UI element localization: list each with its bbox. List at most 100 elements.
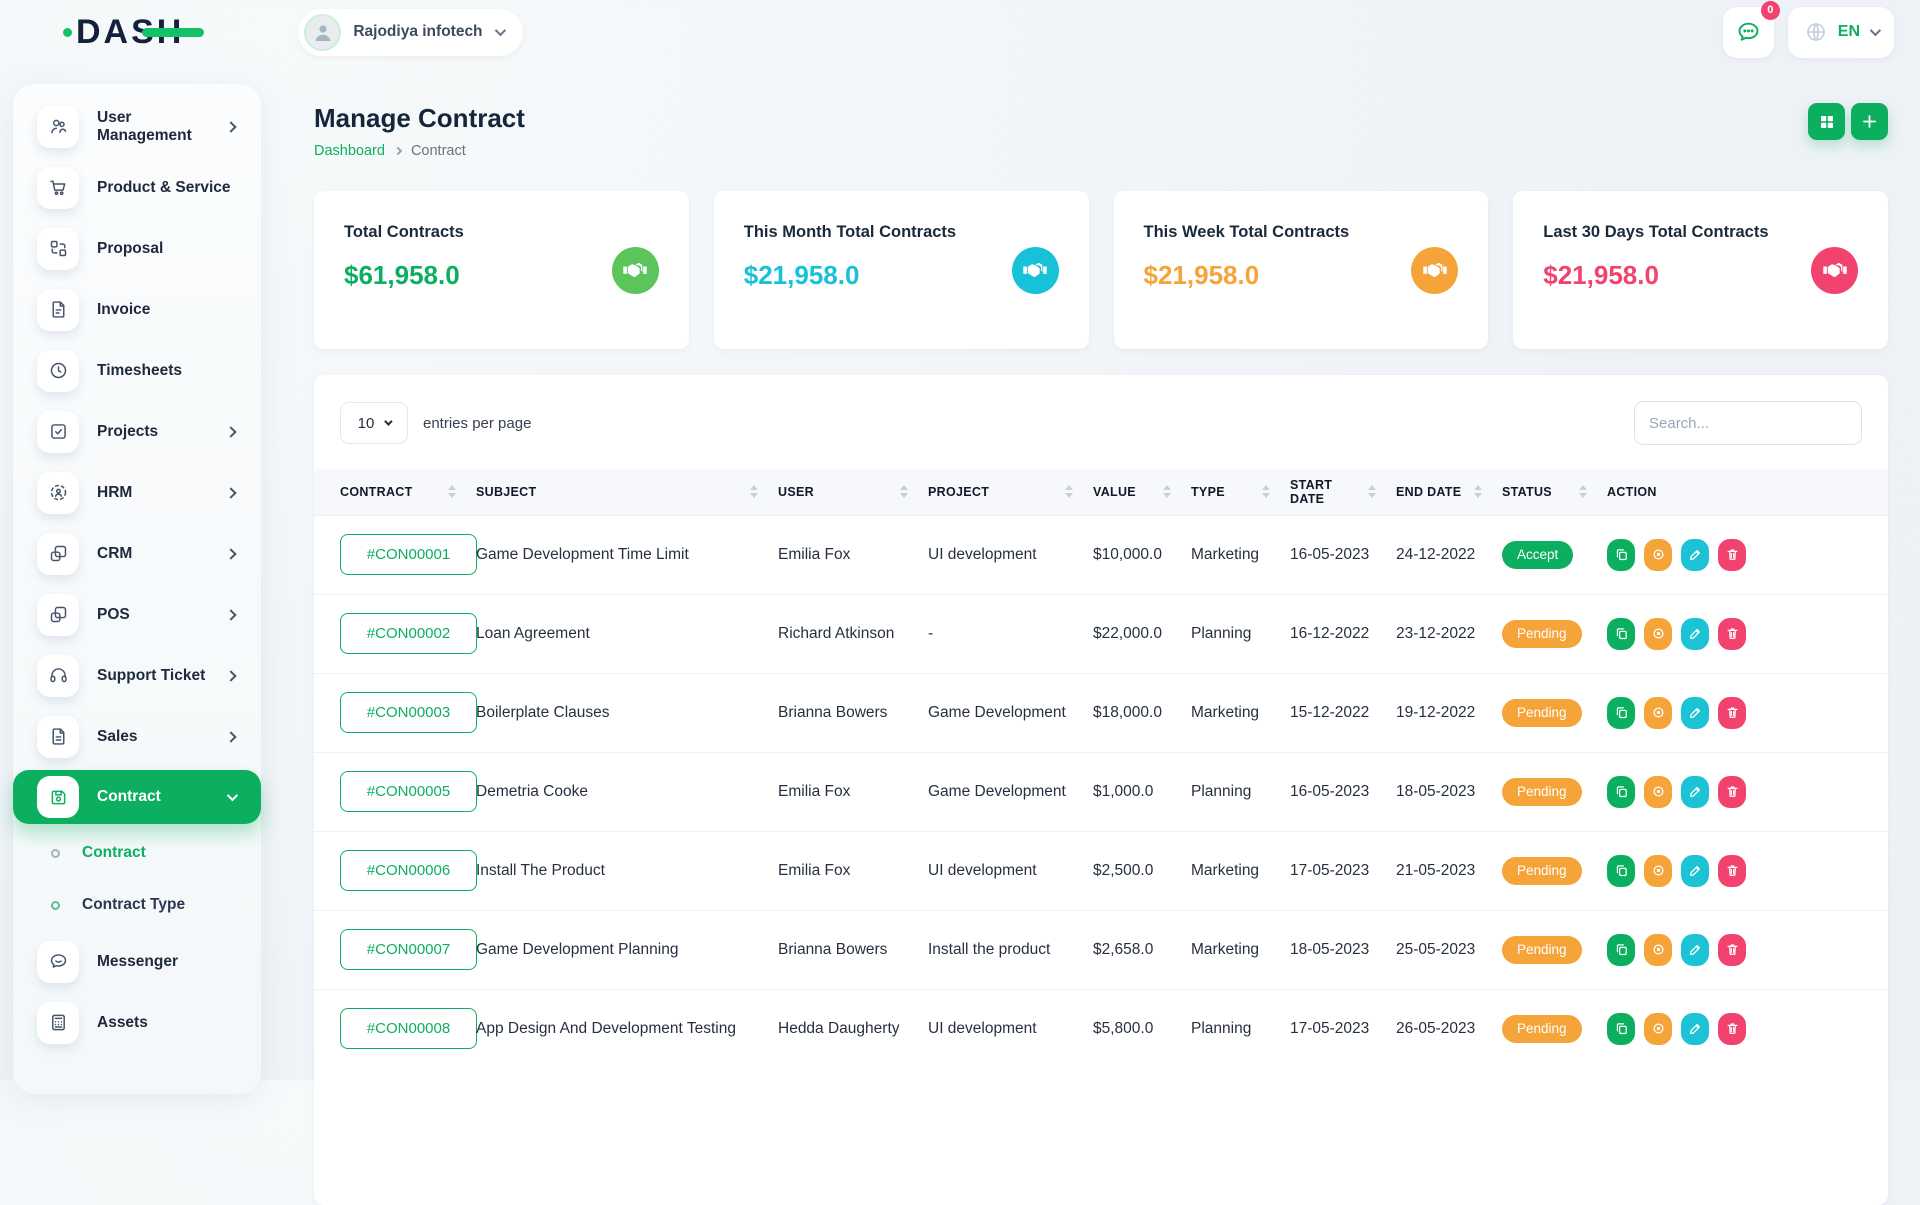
sidebar-item-projects[interactable]: Projects: [13, 401, 261, 462]
cell-type: Planning: [1191, 594, 1290, 673]
contract-id-button[interactable]: #CON00001: [340, 534, 477, 575]
column-header-end-date[interactable]: END DATE: [1396, 469, 1502, 515]
contract-id-button[interactable]: #CON00005: [340, 771, 477, 812]
sidebar-item-sales[interactable]: Sales: [13, 706, 261, 767]
view-button[interactable]: [1644, 934, 1672, 966]
sidebar-item-assets[interactable]: Assets: [13, 992, 261, 1053]
cell-project: UI development: [928, 989, 1093, 1068]
view-button[interactable]: [1644, 697, 1672, 729]
delete-button[interactable]: [1718, 934, 1746, 966]
contract-id-button[interactable]: #CON00008: [340, 1008, 477, 1049]
edit-button[interactable]: [1681, 697, 1709, 729]
contracts-table-card: 10 entries per page CONTRACT SUBJECT USE…: [314, 375, 1888, 1205]
sidebar-subitem-contract[interactable]: Contract: [13, 827, 261, 879]
contract-id-button[interactable]: #CON00007: [340, 929, 477, 970]
column-header-user[interactable]: USER: [778, 469, 928, 515]
column-header-subject[interactable]: SUBJECT: [476, 469, 778, 515]
duplicate-button[interactable]: [1607, 618, 1635, 650]
sidebar-item-crm[interactable]: CRM: [13, 523, 261, 584]
view-button[interactable]: [1644, 855, 1672, 887]
edit-button[interactable]: [1681, 934, 1709, 966]
edit-button[interactable]: [1681, 776, 1709, 808]
page-size-select[interactable]: 10: [340, 402, 408, 444]
sidebar-item-messenger[interactable]: Messenger: [13, 931, 261, 992]
cell-subject: Demetria Cooke: [476, 752, 778, 831]
sort-arrows-icon: [448, 485, 456, 498]
delete-button[interactable]: [1718, 1013, 1746, 1045]
edit-button[interactable]: [1681, 618, 1709, 650]
chevron-right-icon: [227, 728, 235, 746]
logo-dash-icon: [142, 28, 204, 37]
globe-icon: [1804, 20, 1828, 44]
edit-button[interactable]: [1681, 1013, 1709, 1045]
column-header-type[interactable]: TYPE: [1191, 469, 1290, 515]
contract-id-button[interactable]: #CON00002: [340, 613, 477, 654]
cell-end-date: 19-12-2022: [1396, 673, 1502, 752]
sort-arrows-icon: [1579, 485, 1587, 498]
delete-button[interactable]: [1718, 776, 1746, 808]
duplicate-button[interactable]: [1607, 855, 1635, 887]
delete-button[interactable]: [1718, 855, 1746, 887]
pencil-icon: [1688, 705, 1703, 720]
table-row: #CON00005 Demetria Cooke Emilia Fox Game…: [314, 752, 1888, 831]
company-selector[interactable]: Rajodiya infotech: [298, 9, 522, 56]
duplicate-button[interactable]: [1607, 539, 1635, 571]
sidebar-item-product-service[interactable]: Product & Service: [13, 157, 261, 218]
column-header-value[interactable]: VALUE: [1093, 469, 1191, 515]
column-header-status[interactable]: STATUS: [1502, 469, 1607, 515]
sidebar-item-support-ticket[interactable]: Support Ticket: [13, 645, 261, 706]
column-header-start-date[interactable]: START DATE: [1290, 469, 1396, 515]
view-button[interactable]: [1644, 1013, 1672, 1045]
contract-id-button[interactable]: #CON00003: [340, 692, 477, 733]
edit-button[interactable]: [1681, 855, 1709, 887]
contract-id-button[interactable]: #CON00006: [340, 850, 477, 891]
sort-arrows-icon: [900, 485, 908, 498]
trash-icon: [1725, 1021, 1740, 1036]
chevron-right-icon: [227, 606, 235, 624]
column-label: PROJECT: [928, 485, 989, 499]
view-button[interactable]: [1644, 539, 1672, 571]
duplicate-button[interactable]: [1607, 776, 1635, 808]
delete-button[interactable]: [1718, 539, 1746, 571]
sidebar-item-pos[interactable]: POS: [13, 584, 261, 645]
clock-icon: [37, 350, 79, 392]
cell-subject: Boilerplate Clauses: [476, 673, 778, 752]
add-contract-button[interactable]: [1851, 103, 1888, 140]
duplicate-button[interactable]: [1607, 697, 1635, 729]
delete-button[interactable]: [1718, 618, 1746, 650]
sidebar-item-contract[interactable]: Contract: [13, 770, 261, 824]
users-icon: [37, 106, 79, 148]
search-input[interactable]: [1634, 401, 1862, 445]
view-button[interactable]: [1644, 618, 1672, 650]
cell-value: $5,800.0: [1093, 989, 1191, 1068]
messages-button[interactable]: 0: [1723, 7, 1774, 58]
trash-icon: [1725, 784, 1740, 799]
sidebar-subitem-contract-type[interactable]: Contract Type: [13, 879, 261, 931]
duplicate-button[interactable]: [1607, 1013, 1635, 1045]
view-button[interactable]: [1644, 776, 1672, 808]
copy-icon: [1614, 863, 1629, 878]
sort-arrows-icon: [750, 485, 758, 498]
row-actions: [1607, 855, 1888, 887]
edit-button[interactable]: [1681, 539, 1709, 571]
sidebar-item-hrm[interactable]: HRM: [13, 462, 261, 523]
language-selector[interactable]: EN: [1788, 7, 1894, 58]
delete-button[interactable]: [1718, 697, 1746, 729]
sidebar-item-invoice[interactable]: Invoice: [13, 279, 261, 340]
column-header-project[interactable]: PROJECT: [928, 469, 1093, 515]
trash-icon: [1725, 626, 1740, 641]
sidebar-item-label: Product & Service: [97, 179, 231, 197]
sidebar-item-proposal[interactable]: Proposal: [13, 218, 261, 279]
cell-user: Hedda Daugherty: [778, 989, 928, 1068]
grid-view-button[interactable]: [1808, 103, 1845, 140]
app-logo[interactable]: DASH: [76, 15, 184, 49]
sidebar-item-user-management[interactable]: User Management: [13, 96, 261, 157]
sidebar-item-timesheets[interactable]: Timesheets: [13, 340, 261, 401]
column-label: START DATE: [1290, 478, 1368, 506]
duplicate-button[interactable]: [1607, 934, 1635, 966]
language-code: EN: [1838, 23, 1860, 41]
sidebar-item-label: Sales: [97, 728, 138, 746]
cell-type: Marketing: [1191, 831, 1290, 910]
breadcrumb-dashboard-link[interactable]: Dashboard: [314, 143, 385, 159]
column-header-contract[interactable]: CONTRACT: [314, 469, 476, 515]
